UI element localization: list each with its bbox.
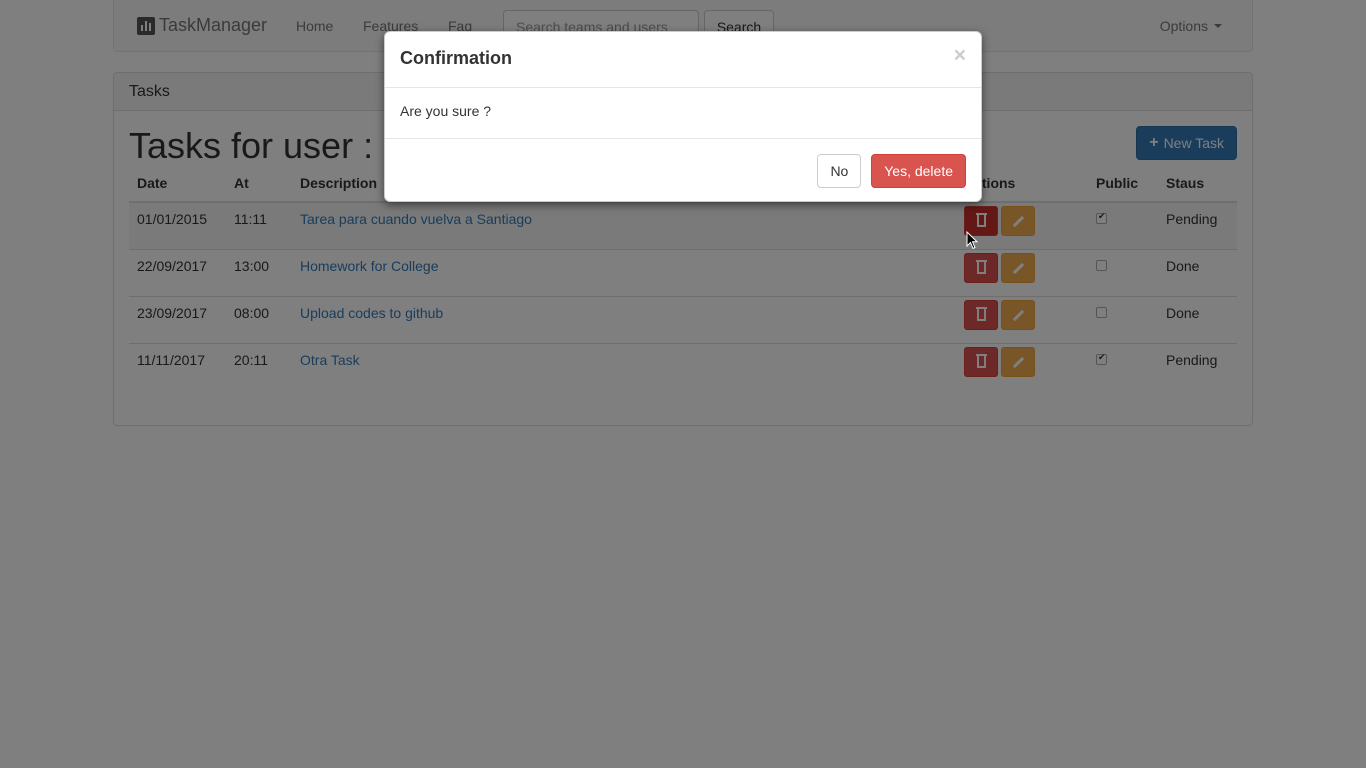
yes-delete-button[interactable]: Yes, delete <box>871 154 966 188</box>
mouse-cursor-icon <box>966 231 979 250</box>
modal-footer: No Yes, delete <box>385 139 981 203</box>
confirmation-modal: Confirmation × Are you sure ? No Yes, de… <box>384 31 982 202</box>
modal-title: Confirmation <box>400 48 512 68</box>
close-icon[interactable]: × <box>954 44 966 68</box>
no-button[interactable]: No <box>817 154 862 188</box>
modal-body: Are you sure ? <box>385 88 981 139</box>
modal-header: Confirmation × <box>385 32 981 88</box>
